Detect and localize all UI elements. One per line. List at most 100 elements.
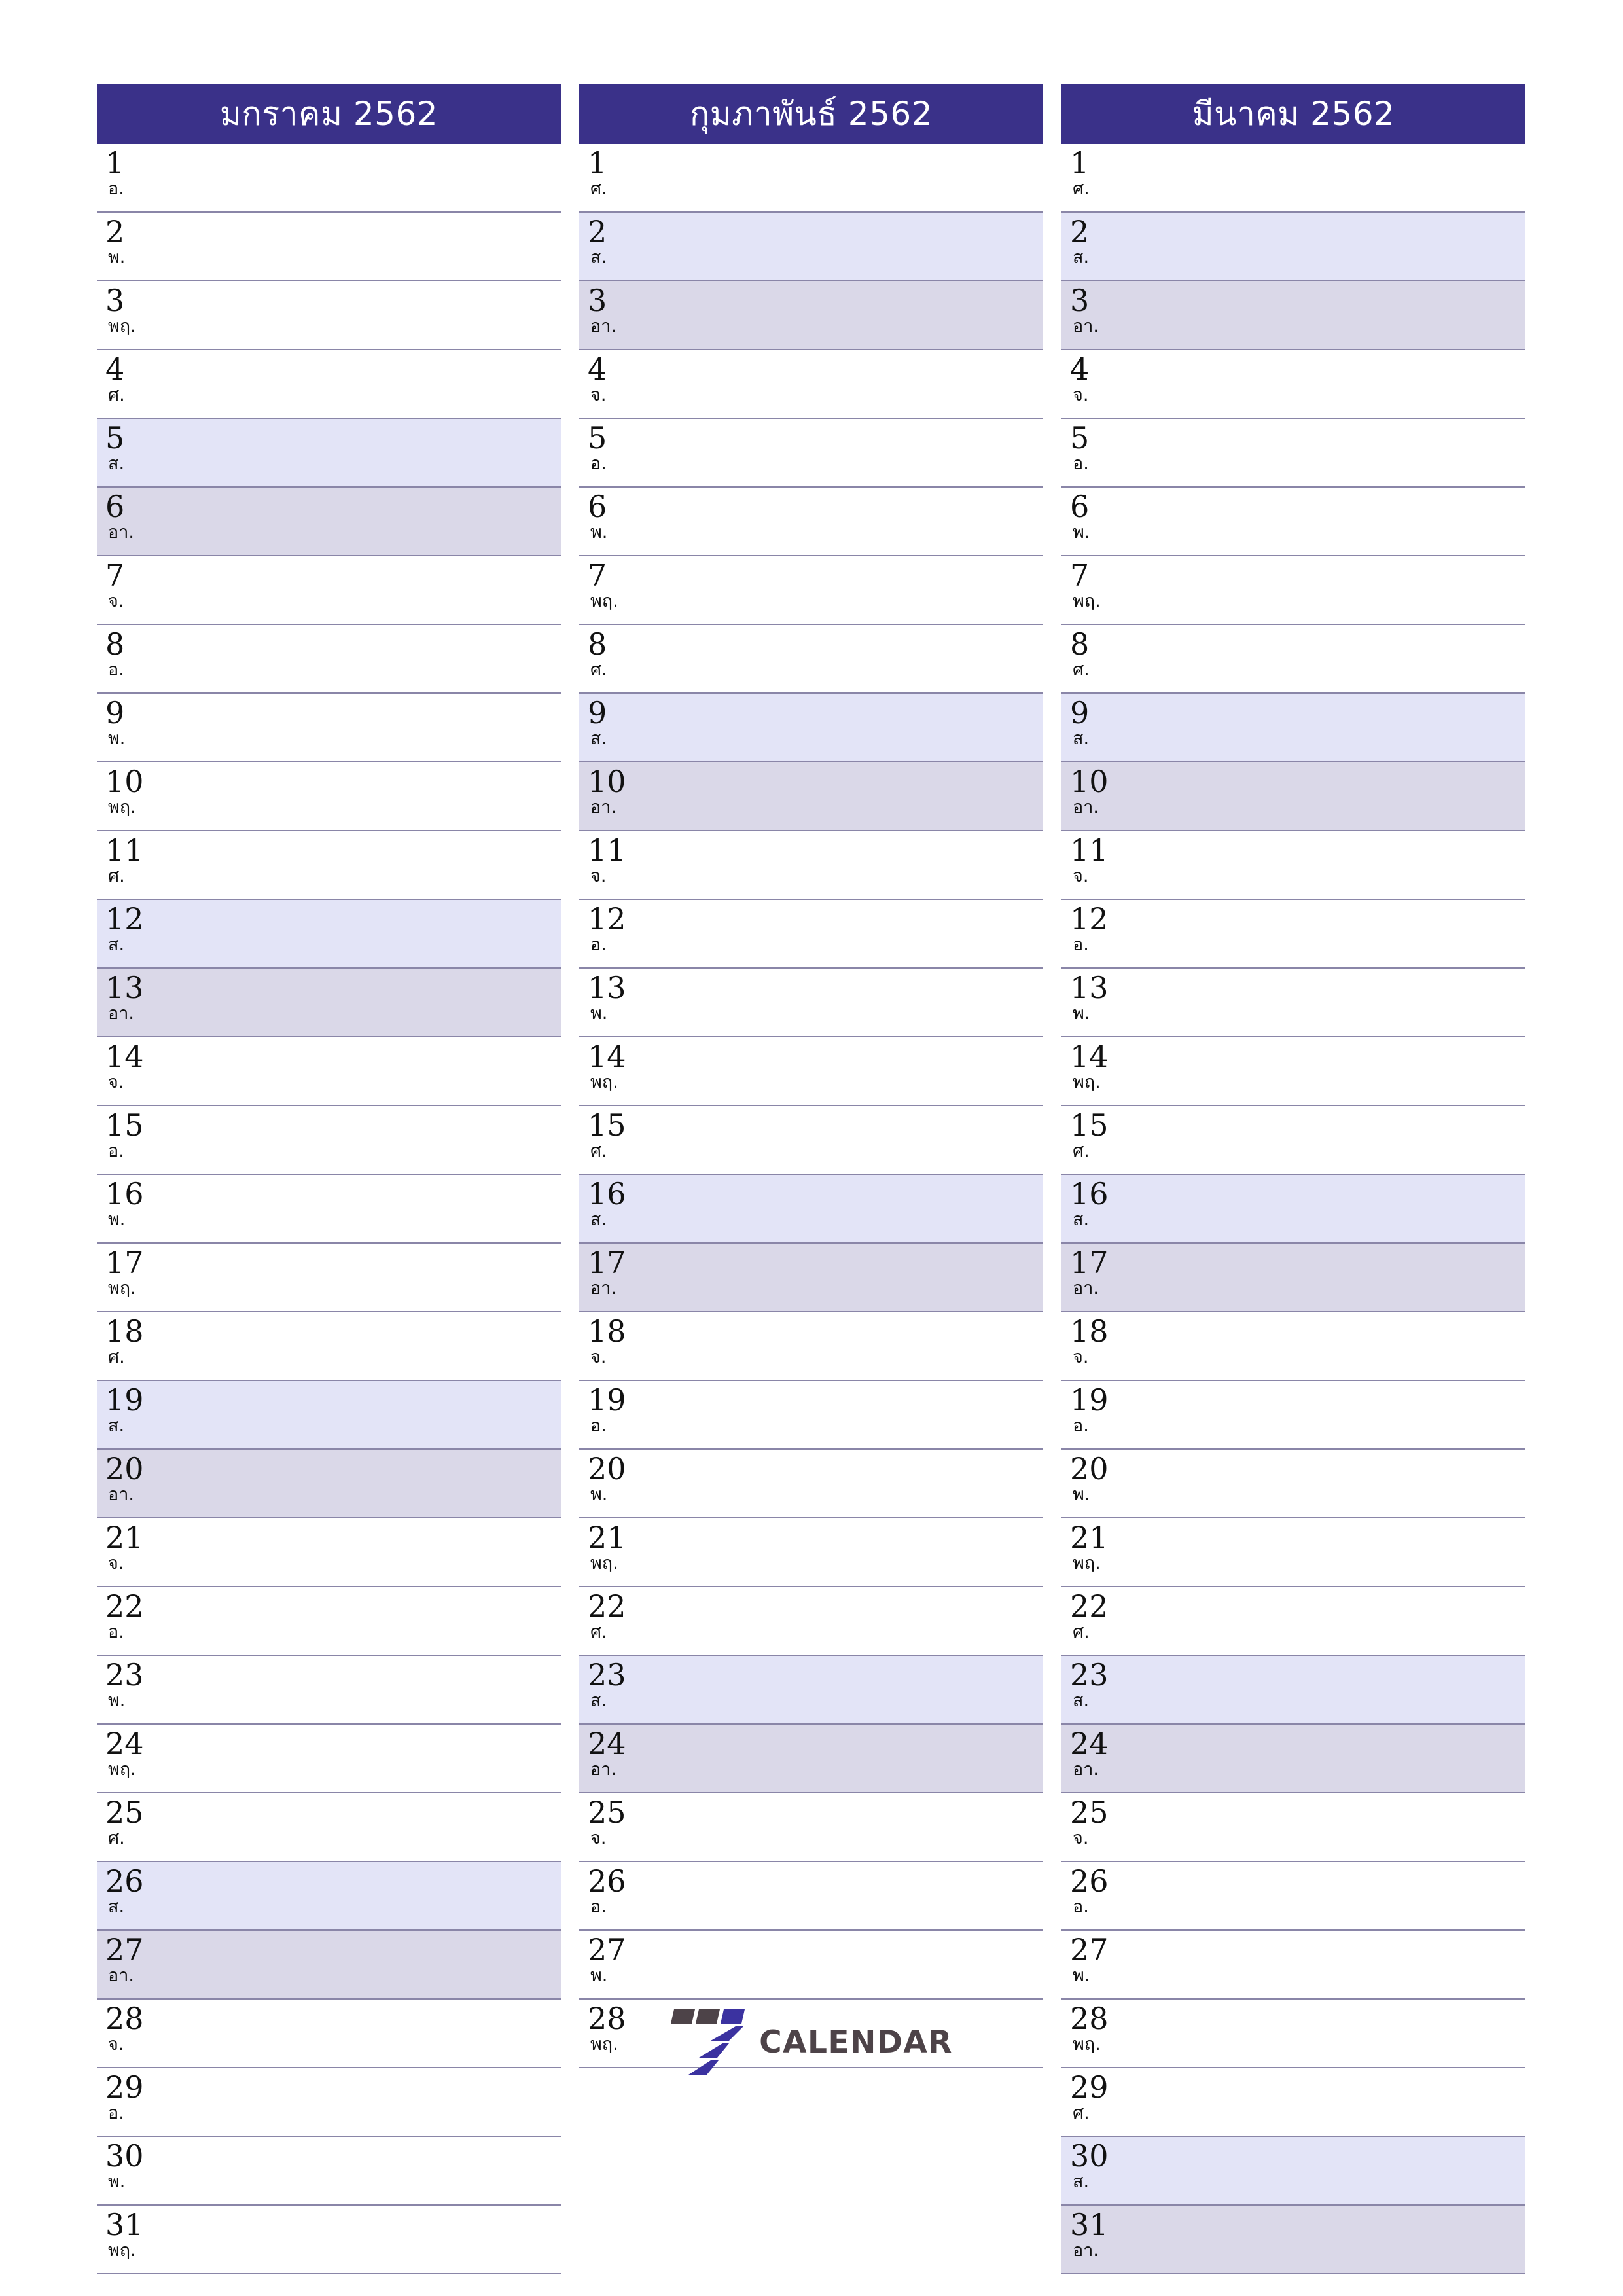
day-row[interactable]: 2 ส. bbox=[579, 213, 1043, 281]
day-row[interactable]: 19 ส. bbox=[97, 1381, 561, 1450]
day-row[interactable]: 5 อ. bbox=[1061, 419, 1525, 488]
day-row[interactable]: 6 พ. bbox=[1061, 488, 1525, 556]
day-row[interactable]: 8 ศ. bbox=[1061, 625, 1525, 694]
day-row[interactable]: 4 ศ. bbox=[97, 350, 561, 419]
day-row[interactable]: 10 พฤ. bbox=[97, 762, 561, 831]
day-row[interactable]: 11 จ. bbox=[579, 831, 1043, 900]
day-row[interactable]: 25 จ. bbox=[579, 1793, 1043, 1862]
day-row[interactable]: 20 พ. bbox=[579, 1450, 1043, 1518]
day-row[interactable]: 21 พฤ. bbox=[579, 1518, 1043, 1587]
day-row[interactable]: 16 พ. bbox=[97, 1175, 561, 1244]
day-row[interactable]: 27 พ. bbox=[579, 1931, 1043, 2000]
day-row[interactable]: 12 ส. bbox=[97, 900, 561, 969]
day-row[interactable]: 14 พฤ. bbox=[579, 1037, 1043, 1106]
day-row[interactable]: 28 พฤ. bbox=[1061, 2000, 1525, 2068]
day-row[interactable]: 24 อา. bbox=[1061, 1725, 1525, 1793]
day-row[interactable]: 17 อา. bbox=[1061, 1244, 1525, 1312]
day-weekday-abbr: อา. bbox=[108, 1003, 134, 1024]
day-row[interactable]: 17 อา. bbox=[579, 1244, 1043, 1312]
day-row[interactable]: 21 พฤ. bbox=[1061, 1518, 1525, 1587]
day-row[interactable]: 7 พฤ. bbox=[1061, 556, 1525, 625]
day-weekday-abbr: อา. bbox=[1073, 2240, 1099, 2261]
day-row[interactable]: 6 พ. bbox=[579, 488, 1043, 556]
day-row[interactable]: 30 ส. bbox=[1061, 2137, 1525, 2206]
day-row[interactable]: 18 ศ. bbox=[97, 1312, 561, 1381]
day-row[interactable]: 12 อ. bbox=[1061, 900, 1525, 969]
day-row[interactable]: 5 อ. bbox=[579, 419, 1043, 488]
day-row[interactable]: 18 จ. bbox=[1061, 1312, 1525, 1381]
day-row[interactable]: 9 พ. bbox=[97, 694, 561, 762]
day-row[interactable]: 28 จ. bbox=[97, 2000, 561, 2068]
day-row[interactable]: 4 จ. bbox=[1061, 350, 1525, 419]
day-row[interactable]: 12 อ. bbox=[579, 900, 1043, 969]
day-row[interactable]: 19 อ. bbox=[579, 1381, 1043, 1450]
day-row[interactable]: 16 ส. bbox=[1061, 1175, 1525, 1244]
day-row[interactable]: 25 จ. bbox=[1061, 1793, 1525, 1862]
day-row[interactable]: 6 อา. bbox=[97, 488, 561, 556]
day-row[interactable]: 1 ศ. bbox=[1061, 144, 1525, 213]
day-row[interactable]: 7 จ. bbox=[97, 556, 561, 625]
day-row[interactable]: 25 ศ. bbox=[97, 1793, 561, 1862]
day-row[interactable]: 9 ส. bbox=[1061, 694, 1525, 762]
day-row[interactable]: 11 จ. bbox=[1061, 831, 1525, 900]
day-row[interactable]: 13 อา. bbox=[97, 969, 561, 1037]
day-row[interactable]: 26 อ. bbox=[579, 1862, 1043, 1931]
day-row[interactable]: 14 พฤ. bbox=[1061, 1037, 1525, 1106]
day-row[interactable]: 22 ศ. bbox=[1061, 1587, 1525, 1656]
day-row[interactable]: 15 ศ. bbox=[1061, 1106, 1525, 1175]
day-row[interactable]: 1 ศ. bbox=[579, 144, 1043, 213]
day-row[interactable]: 3 อา. bbox=[1061, 281, 1525, 350]
day-row[interactable]: 14 จ. bbox=[97, 1037, 561, 1106]
day-row[interactable]: 3 พฤ. bbox=[97, 281, 561, 350]
day-row[interactable]: 24 พฤ. bbox=[97, 1725, 561, 1793]
day-row[interactable]: 27 พ. bbox=[1061, 1931, 1525, 2000]
day-row[interactable]: 15 อ. bbox=[97, 1106, 561, 1175]
day-row[interactable]: 21 จ. bbox=[97, 1518, 561, 1587]
day-row[interactable]: 8 ศ. bbox=[579, 625, 1043, 694]
day-row[interactable]: 7 พฤ. bbox=[579, 556, 1043, 625]
day-row[interactable]: 29 อ. bbox=[97, 2068, 561, 2137]
day-weekday-abbr: พฤ. bbox=[108, 2240, 136, 2261]
day-row[interactable]: 17 พฤ. bbox=[97, 1244, 561, 1312]
day-row[interactable]: 13 พ. bbox=[1061, 969, 1525, 1037]
day-row[interactable]: 20 อา. bbox=[97, 1450, 561, 1518]
day-row[interactable]: 13 พ. bbox=[579, 969, 1043, 1037]
day-number: 13 bbox=[588, 970, 626, 1005]
day-row[interactable]: 30 พ. bbox=[97, 2137, 561, 2206]
day-row[interactable]: 24 อา. bbox=[579, 1725, 1043, 1793]
day-row[interactable]: 4 จ. bbox=[579, 350, 1043, 419]
day-row[interactable]: 23 ส. bbox=[579, 1656, 1043, 1725]
day-row[interactable]: 20 พ. bbox=[1061, 1450, 1525, 1518]
day-row[interactable]: 31 อา. bbox=[1061, 2206, 1525, 2274]
day-row[interactable]: 31 พฤ. bbox=[97, 2206, 561, 2274]
day-row[interactable]: 15 ศ. bbox=[579, 1106, 1043, 1175]
day-row[interactable]: 23 ส. bbox=[1061, 1656, 1525, 1725]
day-row[interactable]: 23 พ. bbox=[97, 1656, 561, 1725]
day-row[interactable]: 18 จ. bbox=[579, 1312, 1043, 1381]
day-row[interactable]: 22 อ. bbox=[97, 1587, 561, 1656]
day-row[interactable]: 16 ส. bbox=[579, 1175, 1043, 1244]
day-row[interactable]: 27 อา. bbox=[97, 1931, 561, 2000]
day-row[interactable]: 22 ศ. bbox=[579, 1587, 1043, 1656]
day-row[interactable]: 2 ส. bbox=[1061, 213, 1525, 281]
day-number: 9 bbox=[588, 695, 607, 730]
day-row[interactable]: 29 ศ. bbox=[1061, 2068, 1525, 2137]
day-row[interactable]: 10 อา. bbox=[579, 762, 1043, 831]
day-row[interactable]: 8 อ. bbox=[97, 625, 561, 694]
day-row[interactable]: 26 ส. bbox=[97, 1862, 561, 1931]
day-row[interactable]: 9 ส. bbox=[579, 694, 1043, 762]
day-row[interactable]: 3 อา. bbox=[579, 281, 1043, 350]
day-row[interactable]: 26 อ. bbox=[1061, 1862, 1525, 1931]
day-row[interactable]: 10 อา. bbox=[1061, 762, 1525, 831]
day-weekday-abbr: อา. bbox=[590, 1759, 616, 1780]
day-row[interactable]: 19 อ. bbox=[1061, 1381, 1525, 1450]
day-row[interactable]: 2 พ. bbox=[97, 213, 561, 281]
day-row[interactable]: 11 ศ. bbox=[97, 831, 561, 900]
day-number: 1 bbox=[588, 145, 607, 181]
day-number: 1 bbox=[105, 145, 125, 181]
day-weekday-abbr: พฤ. bbox=[590, 1072, 618, 1093]
day-row[interactable]: 1 อ. bbox=[97, 144, 561, 213]
day-number: 5 bbox=[588, 420, 607, 456]
day-row[interactable]: 5 ส. bbox=[97, 419, 561, 488]
day-weekday-abbr: อา. bbox=[590, 1278, 616, 1299]
